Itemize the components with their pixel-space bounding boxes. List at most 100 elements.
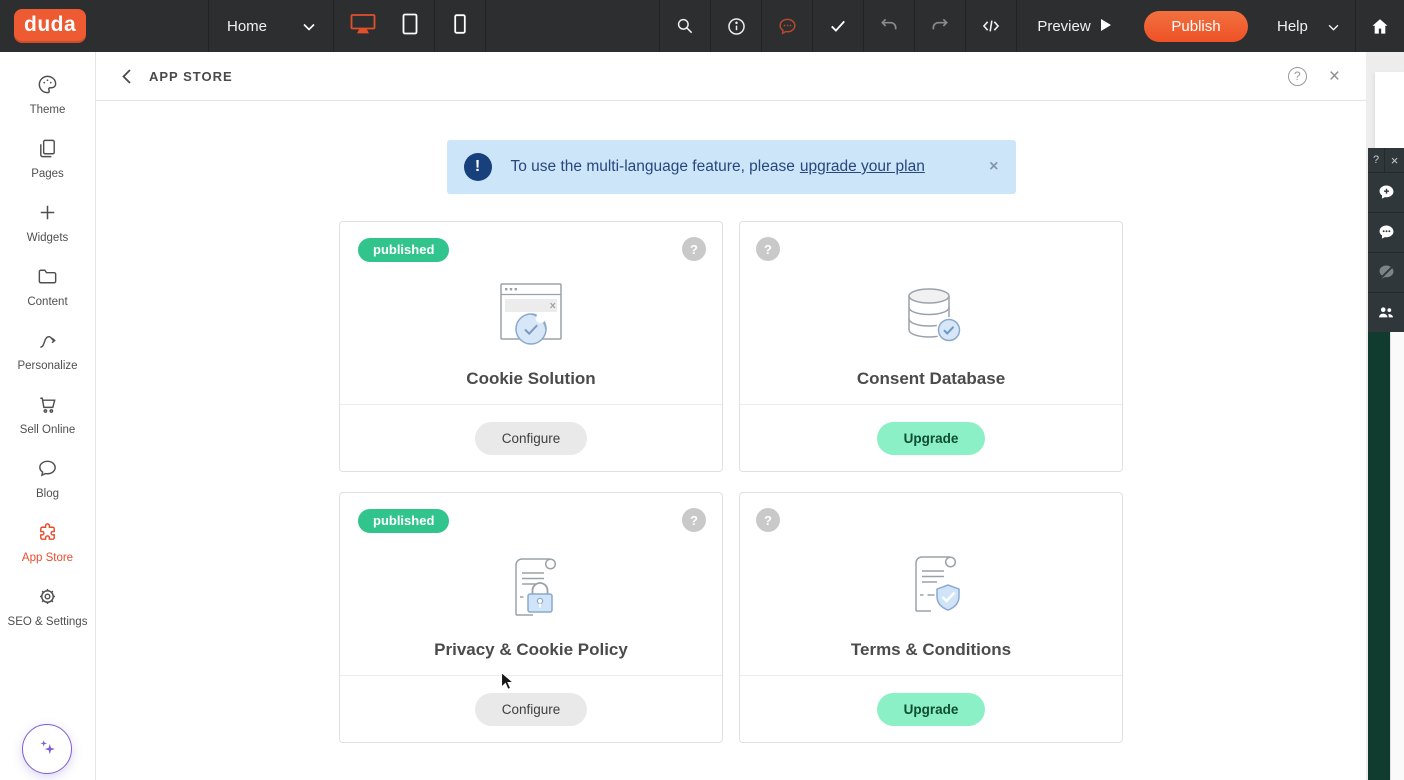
sidebar-item-label: Sell Online [20,424,76,436]
card-title: Privacy & Cookie Policy [340,640,722,660]
sidebar-item-blog[interactable]: Blog [0,446,95,510]
check-icon[interactable] [813,0,863,52]
page-selector-label: Home [227,18,267,35]
card-footer: Upgrade [740,675,1122,742]
hide-comments-icon[interactable] [1368,252,1404,292]
rail-close-icon[interactable]: × [1384,148,1404,172]
tablet-icon[interactable] [402,13,418,39]
preview-label: Preview [1037,18,1090,35]
redo-icon[interactable] [915,0,965,52]
banner-close-icon[interactable]: × [989,158,998,176]
card-title: Consent Database [740,369,1122,389]
comments-icon[interactable] [1368,212,1404,252]
chevron-down-icon [303,18,315,35]
app-card-consent-database: ? Consent Database Upgrade [739,221,1123,472]
card-body: published ? Cookie Solution [340,222,722,404]
panel-help-icon[interactable]: ? [1288,67,1307,86]
app-card-terms-conditions: ? Terms & Conditions Upgra [739,492,1123,743]
feedback-chat-icon[interactable] [762,0,812,52]
upgrade-button[interactable]: Upgrade [877,422,986,455]
scrollbar-track[interactable] [1390,332,1404,780]
card-body: ? Terms & Conditions [740,493,1122,675]
dashboard-home-icon[interactable] [1356,0,1404,52]
upgrade-button[interactable]: Upgrade [877,693,986,726]
configure-button[interactable]: Configure [475,693,588,726]
card-footer: Configure [340,404,722,471]
info-icon[interactable] [711,0,761,52]
sidebar-item-content[interactable]: Content [0,254,95,318]
undo-icon[interactable] [864,0,914,52]
chevron-down-icon [1328,18,1339,35]
desktop-icon[interactable] [350,13,376,39]
card-help-icon[interactable]: ? [682,237,706,261]
sidebar-item-personalize[interactable]: Personalize [0,318,95,382]
published-badge: published [358,238,449,262]
sidebar-item-theme[interactable]: Theme [0,62,95,126]
preview-button[interactable]: Preview [1017,0,1131,52]
card-body: ? Consent Database [740,222,1122,404]
ai-assistant-button[interactable] [22,724,72,774]
background-page-edge [1375,72,1404,148]
back-icon[interactable] [122,69,131,84]
mobile-switcher [435,0,485,52]
rail-help-icon[interactable]: ? [1368,148,1384,172]
mobile-icon[interactable] [454,14,466,38]
folder-icon [36,265,59,291]
sidebar-item-label: SEO & Settings [8,616,88,628]
gear-icon [36,585,59,611]
card-title: Terms & Conditions [740,640,1122,660]
sidebar-item-seo-settings[interactable]: SEO & Settings [0,574,95,638]
database-check-icon [740,280,1122,352]
document-lock-icon [340,551,722,625]
sidebar-item-widgets[interactable]: Widgets [0,190,95,254]
page-title: APP STORE [149,69,233,84]
card-help-icon[interactable]: ? [682,508,706,532]
duda-logo[interactable]: duda [14,9,86,43]
code-icon[interactable] [966,0,1016,52]
editor-sidebar: Theme Pages Widgets Content Personalize … [0,52,96,780]
sidebar-item-label: Widgets [27,232,69,244]
squiggle-arrow-icon [36,329,59,355]
upgrade-banner: ! To use the multi-language feature, ple… [447,140,1016,194]
device-switcher [334,0,434,52]
card-help-icon[interactable]: ? [756,237,780,261]
sidebar-item-app-store[interactable]: App Store [0,510,95,574]
published-badge: published [358,509,449,533]
app-store-panel: APP STORE ? × ! To use the multi-languag… [96,52,1366,780]
publish-container: Publish [1131,0,1261,52]
logo-container: duda [0,0,208,52]
sidebar-item-label: Content [27,296,67,308]
top-toolbar: duda Home Preview [0,0,1404,52]
document-shield-icon [740,551,1122,625]
collaboration-panel: ? × [1368,148,1404,332]
sidebar-item-sell-online[interactable]: Sell Online [0,382,95,446]
sidebar-item-label: App Store [22,552,73,564]
help-label: Help [1277,18,1308,35]
panel-close-icon[interactable]: × [1329,67,1340,86]
palette-icon [36,73,59,99]
sidebar-item-label: Personalize [17,360,77,372]
add-comment-icon[interactable] [1368,172,1404,212]
publish-button[interactable]: Publish [1144,11,1247,42]
collaborators-icon[interactable] [1368,292,1404,332]
sparkles-icon [34,734,60,765]
page-selector-dropdown[interactable]: Home [209,0,333,52]
speech-bubble-icon [36,457,59,483]
toolbar-spacer [486,0,659,52]
plus-icon [36,201,59,227]
sidebar-item-pages[interactable]: Pages [0,126,95,190]
sidebar-item-label: Blog [36,488,59,500]
upgrade-plan-link[interactable]: upgrade your plan [800,158,925,176]
card-help-icon[interactable]: ? [756,508,780,532]
help-dropdown[interactable]: Help [1261,0,1355,52]
app-card-grid: published ? Cookie Solution [339,221,1123,743]
sidebar-item-label: Theme [30,104,66,116]
search-icon[interactable] [660,0,710,52]
play-icon [1101,18,1111,35]
puzzle-icon [36,521,59,547]
cookie-solution-icon [340,280,722,352]
card-footer: Upgrade [740,404,1122,471]
header-actions: ? × [1288,67,1340,86]
configure-button[interactable]: Configure [475,422,588,455]
cart-icon [36,393,59,419]
